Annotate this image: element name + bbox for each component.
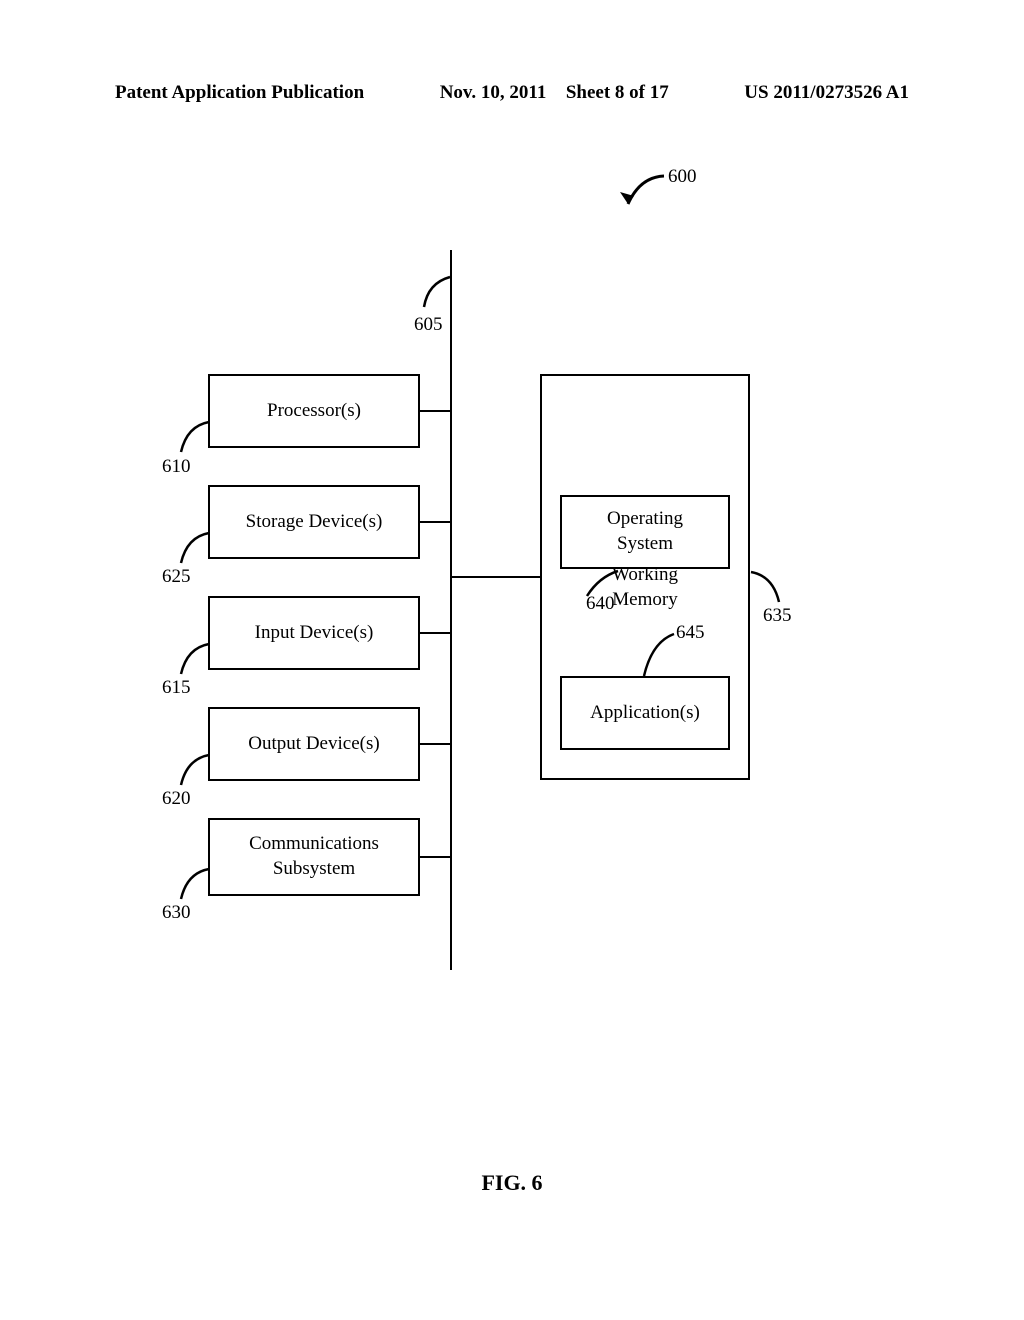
arc-610: [175, 418, 215, 458]
bus-line: [450, 250, 452, 970]
publication-date: Nov. 10, 2011: [440, 82, 547, 103]
ref-app: 645: [676, 622, 705, 644]
ref-input: 615: [162, 677, 191, 699]
connector-input: [420, 632, 450, 634]
arc-625: [175, 529, 215, 569]
label-processor: Processor(s): [267, 399, 361, 424]
connector-storage: [420, 521, 450, 523]
ref-working-memory: 635: [763, 605, 792, 627]
label-storage: Storage Device(s): [246, 510, 383, 535]
block-storage: Storage Device(s): [208, 485, 420, 559]
sheet-number: Sheet 8 of 17: [566, 82, 669, 103]
arc-630: [175, 865, 215, 905]
block-comm: Communications Subsystem: [208, 818, 420, 896]
block-processor: Processor(s): [208, 374, 420, 448]
connector-working-memory: [452, 576, 540, 578]
block-os: Operating System: [560, 495, 730, 569]
arc-620: [175, 751, 215, 791]
label-app: Application(s): [590, 701, 700, 726]
ref-processor: 610: [162, 456, 191, 478]
arc-605: [418, 275, 458, 315]
publication-number: US 2011/0273526 A1: [744, 82, 909, 104]
ref-bus: 605: [414, 314, 443, 336]
system-diagram: 600 605 Processor(s) 610 Storage Device(…: [0, 160, 1024, 1010]
block-input: Input Device(s): [208, 596, 420, 670]
ref-os: 640: [586, 593, 615, 615]
label-output: Output Device(s): [248, 732, 379, 757]
arc-615: [175, 640, 215, 680]
label-input: Input Device(s): [255, 621, 374, 646]
ref-output: 620: [162, 788, 191, 810]
page-header: Patent Application Publication Nov. 10, …: [0, 82, 1024, 104]
block-app: Application(s): [560, 676, 730, 750]
connector-comm: [420, 856, 450, 858]
publication-type: Patent Application Publication: [115, 82, 364, 104]
ref-comm: 630: [162, 902, 191, 924]
ref-system: 600: [668, 166, 697, 188]
connector-processor: [420, 410, 450, 412]
block-output: Output Device(s): [208, 707, 420, 781]
figure-label: FIG. 6: [0, 1170, 1024, 1196]
label-os: Operating System: [607, 507, 683, 556]
arrow-600: [610, 172, 670, 214]
arc-635: [747, 568, 787, 608]
connector-output: [420, 743, 450, 745]
label-comm: Communications Subsystem: [249, 832, 379, 881]
label-working-memory: Working Memory: [542, 563, 748, 612]
ref-storage: 625: [162, 566, 191, 588]
